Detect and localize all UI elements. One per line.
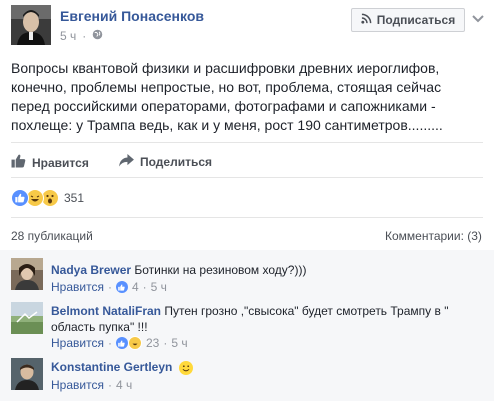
thumbs-up-icon — [11, 154, 26, 171]
comment-reactions-count[interactable]: 23 — [146, 336, 159, 350]
author-name[interactable]: Евгений Понасенков — [60, 8, 204, 24]
rss-icon — [361, 13, 372, 27]
divider — [11, 142, 483, 143]
comment-like-link[interactable]: Нравится — [51, 378, 104, 392]
comment-like-link[interactable]: Нравится — [51, 280, 104, 294]
reactions-count: 351 — [64, 191, 85, 205]
shares-count[interactable]: 28 публикаций — [11, 229, 93, 243]
chevron-down-icon[interactable] — [470, 10, 486, 26]
comment-meta: Нравится · 4 ч — [51, 378, 133, 392]
share-icon — [119, 154, 134, 170]
haha-reaction-icon — [127, 336, 142, 350]
comment-meta: Нравится · 23 · 5 ч — [51, 336, 188, 350]
comment-time[interactable]: 4 ч — [116, 378, 132, 392]
like-label: Нравится — [32, 155, 89, 170]
author-avatar[interactable] — [11, 5, 51, 45]
comment-meta: Нравится · 4 · 5 ч — [51, 280, 167, 294]
comment-author[interactable]: Belmont NataliFran — [51, 304, 161, 318]
smiley-emoji-icon — [178, 360, 193, 375]
comment-reactions-count[interactable]: 4 — [132, 280, 139, 294]
comment-avatar[interactable] — [11, 258, 43, 290]
post-text: Вопросы квантовой физики и расшифровки д… — [11, 60, 443, 133]
like-reaction-icon — [115, 281, 128, 293]
share-label: Поделиться — [140, 155, 213, 169]
facebook-post: Евгений Понасенков 5 ч · Подписаться Воп… — [0, 0, 494, 401]
comment-author[interactable]: Konstantine Gertleyn — [51, 360, 172, 374]
comment-text: Konstantine Gertleyn — [51, 359, 471, 375]
like-reaction-icon — [115, 337, 128, 349]
share-button[interactable]: Поделиться — [119, 154, 212, 170]
comment-author[interactable]: Nadya Brewer — [51, 263, 131, 277]
comments-count[interactable]: Комментарии: (3) — [385, 229, 482, 243]
post-time[interactable]: 5 ч — [60, 29, 76, 43]
comment-time[interactable]: 5 ч — [171, 336, 187, 350]
comment-text: Belmont NataliFran Путен грозно ,"свысок… — [51, 303, 456, 335]
comment-text: Nadya Brewer Ботинки на резиновом ходу?)… — [51, 262, 471, 278]
post-meta: 5 ч · — [60, 29, 103, 43]
comment-avatar[interactable] — [11, 302, 43, 334]
divider — [11, 217, 483, 218]
comment-avatar[interactable] — [11, 358, 43, 390]
globe-icon[interactable] — [92, 29, 103, 43]
comment-like-link[interactable]: Нравится — [51, 336, 104, 350]
subscribe-label: Подписаться — [376, 13, 456, 27]
comment-time[interactable]: 5 ч — [151, 280, 167, 294]
comment-body: Ботинки на резиновом ходу?))) — [134, 263, 307, 277]
like-reaction-icon — [11, 189, 29, 207]
divider — [11, 177, 483, 178]
dot-separator: · — [82, 29, 87, 43]
like-button[interactable]: Нравится — [11, 154, 89, 171]
reactions-summary[interactable]: 351 — [11, 189, 84, 207]
subscribe-button[interactable]: Подписаться — [351, 8, 465, 32]
